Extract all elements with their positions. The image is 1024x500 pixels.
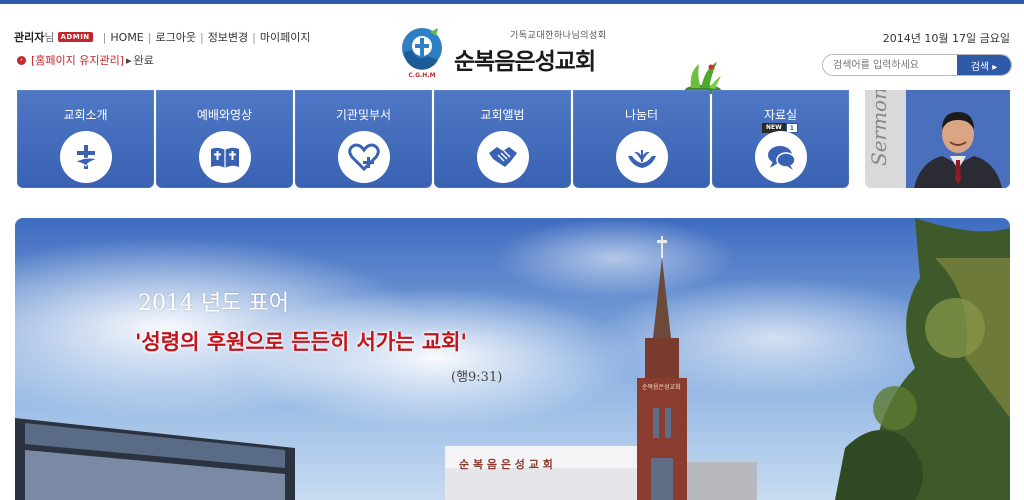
search-button[interactable]: 검색 ▸ <box>957 55 1011 75</box>
search-input[interactable] <box>833 57 953 73</box>
sermon-link[interactable]: Sermon <box>865 90 1010 188</box>
nav-item-church-intro[interactable]: 교회소개 <box>17 90 154 188</box>
admin-name: 관리자 <box>14 31 45 44</box>
banner-motto: '성령의 후원으로 든든히 서가는 교회' <box>135 329 467 354</box>
handshake-icon <box>477 131 529 183</box>
heart-plus-icon <box>338 131 390 183</box>
maintenance-status: 완료 <box>133 54 154 67</box>
arrow-bullet-icon: › <box>17 55 26 65</box>
nav-item-label: 나눔터 <box>624 108 659 122</box>
current-date: 2014년 10월 17일 금요일 <box>882 32 1010 45</box>
nav-item-label: 자료실 <box>763 108 798 122</box>
admin-badge: ADMIN <box>57 32 93 42</box>
main-banner: 2014 년도 표어 '성령의 후원으로 든든히 서가는 교회' (행9:31)… <box>15 218 1010 500</box>
logo-subtitle: 기독교대한하나님의성회 <box>510 31 607 41</box>
mypage-link[interactable]: 마이페이지 <box>260 29 311 45</box>
admin-bar: 관리자 님 ADMIN | HOME | 로그아웃 | 정보변경 | 마이페이지 <box>14 29 311 45</box>
admin-suffix: 님 <box>44 31 55 44</box>
hands-sprout-icon <box>616 131 668 183</box>
nav-item-departments[interactable]: 기관및부서 <box>295 90 432 188</box>
maintenance-row: › [홈페이지 유지관리] ▸ 완료 <box>17 52 154 68</box>
nav-item-label: 기관및부서 <box>335 108 392 122</box>
logout-link[interactable]: 로그아웃 <box>155 29 195 45</box>
nav-item-worship-video[interactable]: 예배와영상 <box>156 90 293 188</box>
nav-item-sharing[interactable]: 나눔터 <box>573 90 710 188</box>
nav-item-church-album[interactable]: 교회앨범 <box>434 90 571 188</box>
leaf-decoration-icon <box>685 62 721 94</box>
bible-icon <box>199 131 251 183</box>
site-logo[interactable]: C.G.H.M 기독교대한하나님의성회 순복음은성교회 <box>398 24 638 86</box>
search-box: 검색 ▸ <box>822 54 1012 76</box>
pastor-photo <box>906 90 1010 188</box>
site-header: 관리자 님 ADMIN | HOME | 로그아웃 | 정보변경 | 마이페이지… <box>0 4 1024 94</box>
main-nav: 교회소개 예배와영상 기관및부서 교회앨범 나눔터 자료실 NEW 1 <box>17 90 851 188</box>
logo-name: 순복음은성교회 <box>454 49 596 75</box>
banner-year-line: 2014 년도 표어 <box>138 291 289 316</box>
nav-item-label: 예배와영상 <box>196 108 253 122</box>
maintenance-link[interactable]: [홈페이지 유지관리] <box>31 52 124 68</box>
dove-cross-icon <box>60 131 112 183</box>
church-logo-icon <box>402 28 442 70</box>
pastor-photo-panel <box>906 90 1010 188</box>
tower-sign: 순복음은성교회 <box>642 384 681 391</box>
home-link[interactable]: HOME <box>110 31 143 44</box>
logo-mark-text: C.G.H.M <box>408 72 436 79</box>
edit-info-link[interactable]: 정보변경 <box>208 29 248 45</box>
nav-item-label: 교회소개 <box>63 108 108 122</box>
chat-bubbles-icon <box>755 131 807 183</box>
church-sign: 순 복 음 은 성 교 회 <box>459 458 553 471</box>
sermon-label: Sermon <box>867 90 891 166</box>
banner-verse: (행9:31) <box>451 370 503 385</box>
nav-item-archive[interactable]: 자료실 NEW 1 <box>712 90 849 188</box>
nav-item-label: 교회앨범 <box>480 108 525 122</box>
